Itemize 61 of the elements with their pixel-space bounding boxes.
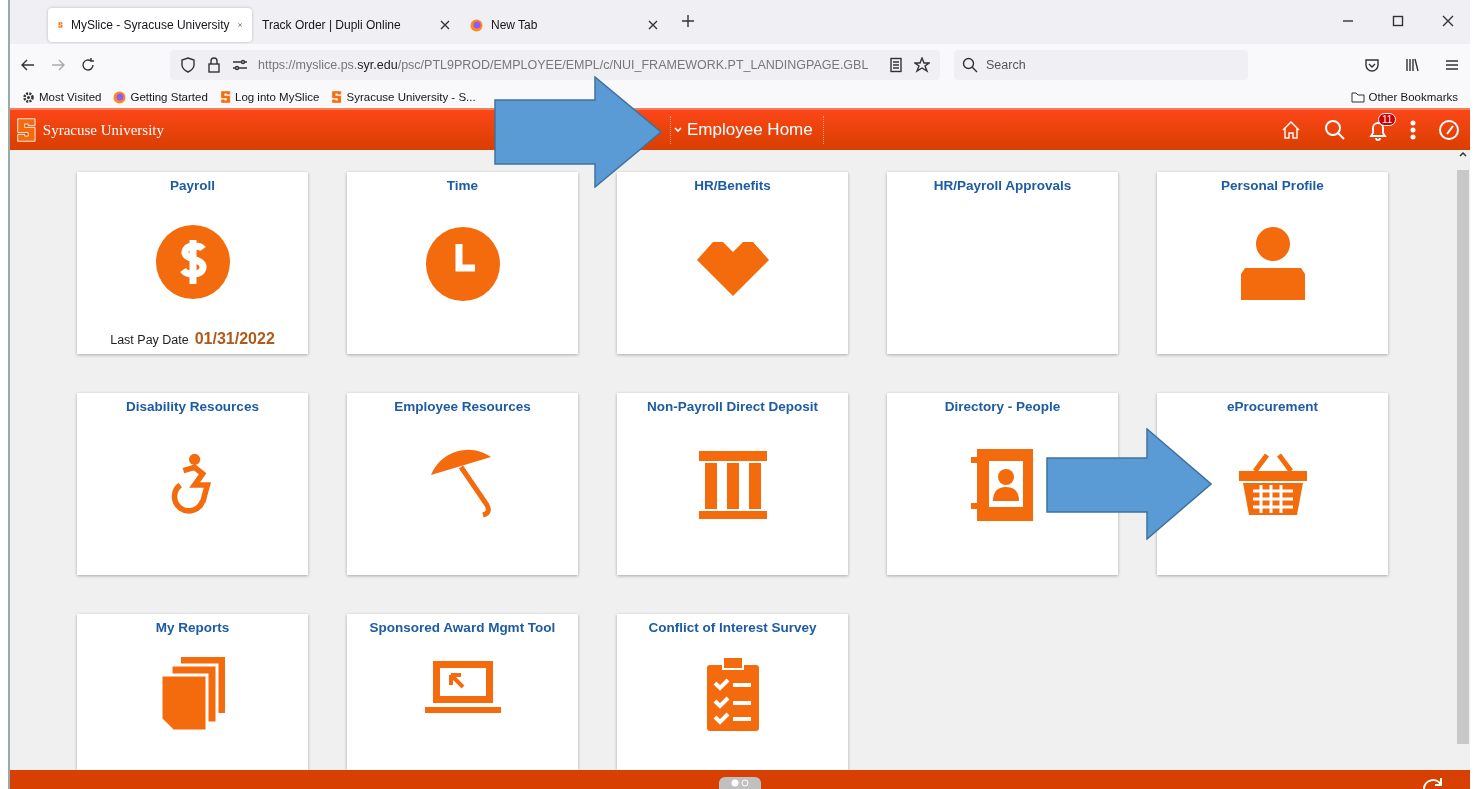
s-logo-icon [16, 117, 37, 143]
app-tile[interactable]: HR/Benefits [617, 172, 848, 354]
app-tile[interactable]: eProcurement [1157, 393, 1388, 575]
search-field[interactable]: Search [954, 50, 1248, 80]
app-tile[interactable]: Directory - People [887, 393, 1118, 575]
browser-tab[interactable]: MySlice - Syracuse University [48, 8, 252, 42]
tile-label: Last Pay Date [110, 333, 189, 347]
close-icon[interactable] [440, 20, 450, 30]
firefox-icon [470, 18, 483, 32]
home-icon[interactable] [1280, 119, 1302, 141]
star-icon[interactable] [914, 57, 930, 73]
scroll-up-icon[interactable] [1458, 150, 1468, 158]
notification-badge: 11 [1378, 113, 1397, 126]
app-tile[interactable]: My Reports [77, 614, 308, 770]
chevron-down-icon [673, 126, 684, 134]
reload-icon[interactable] [80, 57, 96, 73]
more-options-icon[interactable] [1410, 120, 1416, 140]
close-icon[interactable] [648, 20, 658, 30]
address-bar[interactable]: https://myslice.ps.syr.edu/psc/PTL9PROD/EMPLOYEE/EMPL/c/NUI_FRAMEWORK.PT_LANDINGPAGE.GBL [170, 50, 940, 80]
shield-icon [180, 57, 196, 73]
lock-icon [206, 57, 222, 73]
firefox-icon [113, 90, 127, 104]
search-input[interactable]: Search [984, 57, 1240, 73]
pocket-icon[interactable] [1364, 57, 1380, 73]
brand-name: Syracuse University [42, 121, 165, 139]
refresh-icon[interactable] [1422, 776, 1444, 789]
back-icon[interactable] [20, 57, 36, 73]
s-logo-icon [331, 90, 343, 104]
browser-tab[interactable]: New Tab [460, 8, 668, 42]
library-icon[interactable] [1404, 57, 1420, 73]
maximize-icon[interactable] [1392, 15, 1404, 27]
new-tab-icon[interactable] [682, 15, 694, 27]
app-tile[interactable]: Non-Payroll Direct Deposit [617, 393, 848, 575]
compass-icon[interactable] [1438, 119, 1460, 141]
bookmark-item[interactable]: Log into MySlice [219, 90, 320, 104]
reader-view-icon[interactable] [888, 57, 904, 73]
page-indicator[interactable] [719, 777, 761, 789]
app-tile[interactable]: Conflict of Interest Survey [617, 614, 848, 770]
search-icon [962, 57, 978, 73]
tile-value: 01/31/2022 [194, 330, 275, 348]
app-tile[interactable]: Disability Resources [77, 393, 308, 575]
close-icon[interactable] [1442, 15, 1454, 27]
browser-tab[interactable]: Track Order | Dupli Online [252, 8, 460, 42]
app-tile[interactable]: Personal Profile [1157, 172, 1388, 354]
page-title-menu[interactable]: Employee Home [670, 116, 824, 144]
app-tile[interactable]: Time [347, 172, 578, 354]
bookmark-item[interactable]: Getting Started [113, 90, 208, 104]
app-tile[interactable]: Employee Resources [347, 393, 578, 575]
search-icon[interactable] [1324, 119, 1346, 141]
folder-icon [1350, 91, 1365, 103]
app-tile[interactable]: Sponsored Award Mgmt Tool [347, 614, 578, 770]
bookmark-item[interactable]: Most Visited [22, 90, 102, 104]
bookmark-folder[interactable]: Other Bookmarks [1350, 91, 1458, 103]
scrollbar-thumb[interactable] [1457, 170, 1469, 744]
s-logo-icon [219, 90, 231, 104]
menu-icon[interactable] [1444, 57, 1460, 73]
app-tile[interactable]: Payroll Last Pay Date 01/31/2022 [77, 172, 308, 354]
app-tile[interactable]: HR/Payroll Approvals [887, 172, 1118, 354]
permissions-icon[interactable] [232, 57, 248, 73]
gear-icon [22, 90, 35, 104]
bookmark-item[interactable]: Syracuse University - S... [331, 90, 476, 104]
